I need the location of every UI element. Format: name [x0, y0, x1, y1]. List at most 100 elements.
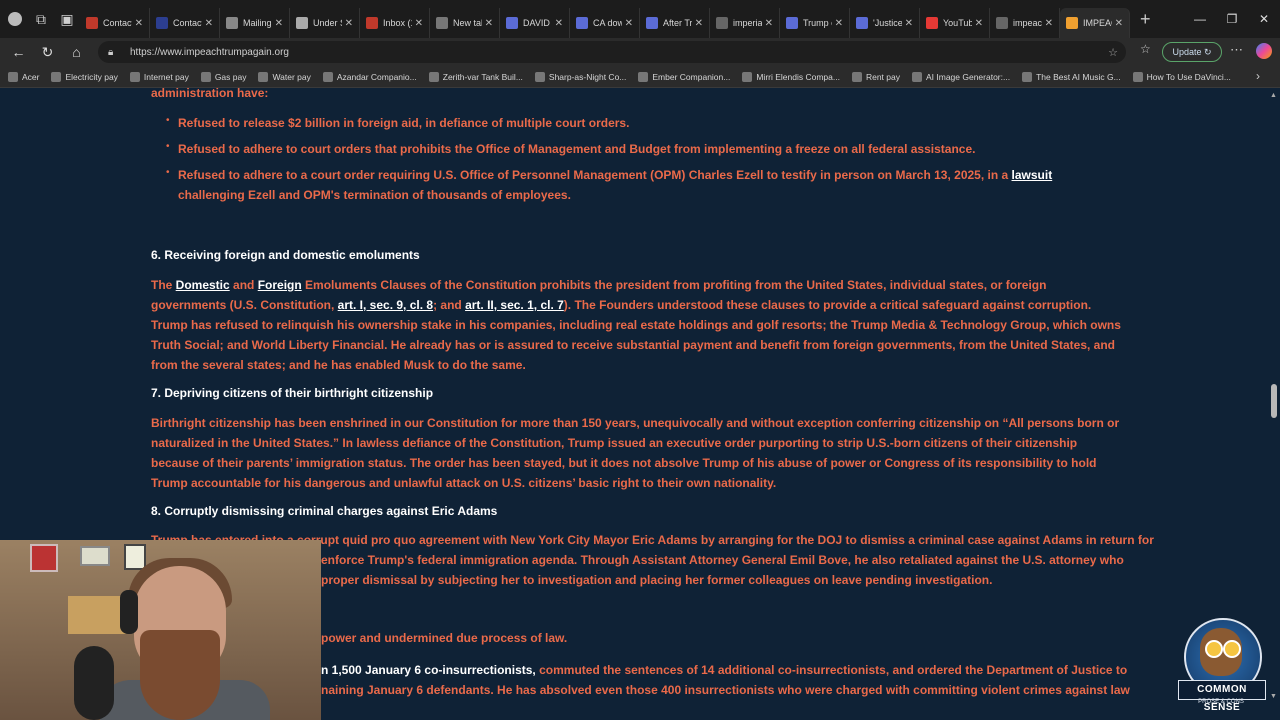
bookmark-label: Gas pay [214, 71, 247, 82]
back-icon[interactable]: ← [4, 44, 33, 60]
tab-label: IMPEAC [1083, 18, 1112, 28]
tab-close-icon[interactable]: ✕ [765, 18, 773, 29]
browser-tab[interactable]: Under S✕ [290, 8, 360, 38]
tab-close-icon[interactable]: ✕ [415, 18, 423, 29]
tab-favicon-icon [576, 17, 588, 29]
bookmark-icon [1132, 71, 1143, 82]
text: ; and [433, 298, 466, 312]
favorite-star-icon[interactable]: ☆ [1108, 46, 1118, 59]
art-i-link[interactable]: art. I, sec. 9, cl. 8 [338, 298, 433, 312]
art-ii-link[interactable]: art. II, sec. 1, cl. 7 [465, 298, 564, 312]
tab-close-icon[interactable]: ✕ [485, 18, 493, 29]
update-button[interactable]: Update ↻ [1162, 42, 1222, 62]
browser-tab[interactable]: New tab✕ [430, 8, 500, 38]
maximize-icon[interactable]: ❐ [1216, 12, 1248, 26]
tab-close-icon[interactable]: ✕ [905, 18, 913, 29]
lock-icon[interactable]: 🔒︎ [108, 47, 122, 58]
scrollbar-thumb[interactable] [1271, 384, 1277, 418]
foreign-link[interactable]: Foreign [258, 278, 302, 292]
browser-tab[interactable]: Inbox (1✕ [360, 8, 430, 38]
domestic-link[interactable]: Domestic [176, 278, 230, 292]
bullet-1: Refused to release $2 billion in foreign… [178, 116, 630, 130]
bookmark-label: AI Image Generator:... [925, 71, 1011, 82]
bookmark-item[interactable]: Internet pay [129, 71, 189, 82]
tab-close-icon[interactable]: ✕ [975, 18, 983, 29]
bookmark-icon [742, 71, 753, 82]
close-window-icon[interactable]: ✕ [1248, 12, 1280, 26]
bookmark-item[interactable]: Electricity pay [51, 71, 118, 82]
browser-tab[interactable]: impeac ✕ [990, 8, 1060, 38]
browser-tab[interactable]: imperial ✕ [710, 8, 780, 38]
tab-close-icon[interactable]: ✕ [135, 18, 143, 29]
logo-subtitle: PROSE & CONS [1198, 699, 1244, 705]
bookmark-item[interactable]: Mirri Elendis Compa... [742, 71, 840, 82]
tab-favicon-icon [856, 17, 868, 29]
bookmark-item[interactable]: Water pay [258, 71, 311, 82]
bookmark-item[interactable]: How To Use DaVinci... [1132, 71, 1231, 82]
bookmark-item[interactable]: The Best AI Music G... [1022, 71, 1121, 82]
workspaces-icon[interactable]: ⧉ [28, 6, 54, 32]
scroll-up-icon[interactable]: ▲ [1270, 92, 1277, 99]
browser-tab[interactable]: Trump e✕ [780, 8, 850, 38]
bookmark-item[interactable]: Rent pay [851, 71, 900, 82]
bookmarks-more-icon[interactable]: › [1256, 69, 1260, 83]
lawsuit-link[interactable]: lawsuit [1012, 168, 1053, 182]
tab-close-icon[interactable]: ✕ [625, 18, 633, 29]
tab-label: 'Justice [873, 18, 902, 28]
bookmark-item[interactable]: Ember Companion... [638, 71, 730, 82]
bookmark-item[interactable]: Azandar Companio... [322, 71, 417, 82]
section-7-text: Birthright citizenship has been enshrine… [151, 416, 1120, 490]
browser-tab[interactable]: DAVID N✕ [500, 8, 570, 38]
tab-close-icon[interactable]: ✕ [345, 18, 353, 29]
tab-favicon-icon [366, 17, 378, 29]
profile-icon[interactable] [2, 6, 28, 32]
browser-tab[interactable]: 'Justice ✕ [850, 8, 920, 38]
browser-tab[interactable]: IMPEAC✕ [1060, 8, 1130, 38]
bookmark-item[interactable]: Acer [8, 71, 39, 82]
menu-icon[interactable]: ⋯ [1230, 42, 1243, 58]
browser-tab[interactable]: YouTub ✕ [920, 8, 990, 38]
tab-label: DAVID N [523, 18, 552, 28]
tab-favicon-icon [156, 17, 168, 29]
browser-tab[interactable]: CA dow ✕ [570, 8, 640, 38]
bookmark-icon [1022, 71, 1033, 82]
browser-tab[interactable]: Contact ✕ [80, 8, 150, 38]
address-bar[interactable]: 🔒︎ https://www.impeachtrumpagain.org ☆ [98, 41, 1126, 63]
reload-icon[interactable]: ↻ [33, 44, 62, 61]
tab-list: Contact✕Contact✕Mailing✕Under S✕Inbox (1… [80, 0, 1130, 38]
copilot-icon[interactable] [1256, 43, 1272, 59]
tab-close-icon[interactable]: ✕ [275, 18, 283, 29]
tab-close-icon[interactable]: ✕ [695, 18, 703, 29]
bookmark-label: Rent pay [865, 71, 900, 82]
tab-close-icon[interactable]: ✕ [1115, 18, 1123, 29]
logo-title: COMMON SENSE [1178, 680, 1266, 713]
bookmark-icon [534, 71, 545, 82]
heading-6: 6. Receiving foreign and domestic emolum… [151, 248, 420, 262]
home-icon[interactable]: ⌂ [62, 44, 91, 60]
bookmark-label: The Best AI Music G... [1036, 71, 1121, 82]
scrollbar[interactable]: ▲ ▼ [1268, 88, 1280, 720]
browser-tab[interactable]: Contact ✕ [150, 8, 220, 38]
minimize-icon[interactable]: — [1184, 12, 1216, 26]
tab-close-icon[interactable]: ✕ [555, 18, 563, 29]
browser-tab[interactable]: Mailing ✕ [220, 8, 290, 38]
section-9-line-3: naining January 6 defendants. He has abs… [321, 683, 1130, 697]
bookmark-item[interactable]: AI Image Generator:... [911, 71, 1011, 82]
new-tab-button[interactable]: + [1140, 9, 1151, 30]
favorites-icon[interactable]: ☆ [1140, 42, 1151, 56]
wall-frame [80, 546, 110, 566]
bookmark-item[interactable]: Sharp-as-Night Co... [534, 71, 626, 82]
bookmark-list: Acer Electricity pay Internet pay Gas pay Wa… [0, 71, 1243, 82]
text: commuted the sentences of 14 additional … [535, 663, 1128, 677]
tab-close-icon[interactable]: ✕ [835, 18, 843, 29]
bookmark-item[interactable]: Zerith-var Tank Buil... [428, 71, 523, 82]
browser-tab[interactable]: After Tr ✕ [640, 8, 710, 38]
tab-close-icon[interactable]: ✕ [205, 18, 213, 29]
bullet-dot: • [166, 167, 170, 178]
bookmark-item[interactable]: Gas pay [200, 71, 247, 82]
bookmark-icon [322, 71, 333, 82]
tab-close-icon[interactable]: ✕ [1045, 18, 1053, 29]
update-label: Update [1172, 47, 1202, 57]
scroll-down-icon[interactable]: ▼ [1270, 693, 1277, 700]
tab-actions-icon[interactable]: ▣ [54, 6, 80, 32]
